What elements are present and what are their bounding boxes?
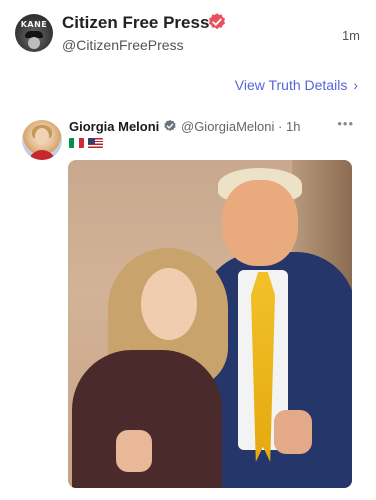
post-author-meta: @GiorgiaMeloni · 1h (181, 119, 300, 134)
flags-row (69, 138, 103, 148)
woman-face (141, 268, 197, 340)
account-handle[interactable]: @CitizenFreePress (62, 37, 184, 53)
timestamp: 1m (341, 28, 360, 43)
shirt-shape (28, 150, 56, 160)
usa-flag-icon (88, 138, 103, 148)
man-face (222, 180, 298, 266)
more-options-icon[interactable]: ••• (337, 116, 354, 131)
avatar-text: KANE (20, 20, 48, 29)
post-author-handle[interactable]: @GiorgiaMeloni (181, 119, 274, 134)
post-author-name[interactable]: Giorgia Meloni (69, 119, 159, 134)
italy-flag-icon (69, 138, 84, 148)
chevron-right-icon: › (353, 77, 358, 93)
verified-badge-icon (209, 13, 225, 30)
view-truth-details-link[interactable]: View Truth Details › (235, 77, 358, 93)
view-truth-details-label: View Truth Details (234, 77, 348, 93)
post-header: KANE Citizen Free Press @CitizenFreePres… (0, 0, 376, 66)
face-shape (28, 37, 40, 49)
thumbs-up-right (274, 410, 312, 454)
head-shape (35, 128, 49, 145)
post-image[interactable] (68, 160, 352, 488)
avatar[interactable]: KANE (15, 14, 53, 52)
account-name[interactable]: Citizen Free Press (62, 13, 209, 33)
post-author-avatar[interactable] (22, 120, 62, 160)
post-age: · 1h (278, 119, 301, 134)
verified-badge-icon (164, 119, 176, 131)
thumbs-up-left (116, 430, 152, 472)
